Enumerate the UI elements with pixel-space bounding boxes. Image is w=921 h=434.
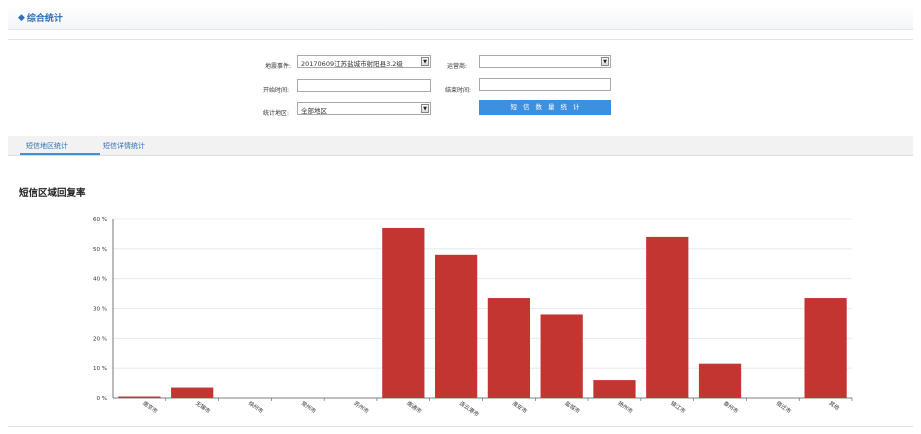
x-tick-label: 宿迁市 [775, 399, 794, 415]
x-tick-label: 南京市 [141, 399, 160, 415]
x-tick-label: 徐州市 [247, 399, 266, 415]
x-tick-label: 无锡市 [194, 399, 213, 415]
y-tick-label: 50 % [93, 247, 107, 253]
x-tick-label: 南通市 [405, 399, 424, 415]
x-tick-label: 连云港市 [458, 399, 481, 418]
x-tick-label: 盐城市 [564, 399, 583, 415]
x-tick-label: 镇江市 [669, 399, 688, 415]
x-tick-label: 淮安市 [511, 399, 530, 415]
y-tick-label: 0 % [97, 396, 107, 402]
bar-南通市 [382, 227, 425, 398]
x-tick-label: 常州市 [300, 399, 319, 415]
y-tick-label: 20 % [93, 336, 107, 342]
bar-泰州市 [698, 363, 742, 398]
reply-rate-bar-chart: 0 % 10 % 20 % 30 % 40 % 50 % 60 % 南京市 无锡市 徐州市 常州市 苏… [93, 217, 853, 419]
bar-镇江市 [646, 236, 689, 398]
bar-扬州市 [593, 380, 636, 398]
y-tick-label: 30 % [93, 307, 107, 313]
bar-其他 [804, 298, 847, 398]
y-tick-label: 40 % [93, 277, 107, 283]
bar-连云港市 [434, 254, 478, 398]
x-tick-label: 泰州市 [722, 399, 741, 415]
bottom-divider [8, 426, 913, 427]
x-tick-label: 苏州市 [352, 399, 371, 415]
y-tick-label: 10 % [93, 366, 107, 372]
y-tick-label: 60 % [93, 217, 107, 223]
x-tick-label: 其他 [827, 399, 841, 412]
bar-盐城市 [540, 314, 583, 398]
bar-南京市 [118, 396, 161, 398]
bar-淮安市 [487, 298, 531, 398]
bar-无锡市 [171, 387, 214, 398]
x-tick-label: 扬州市 [616, 399, 635, 415]
